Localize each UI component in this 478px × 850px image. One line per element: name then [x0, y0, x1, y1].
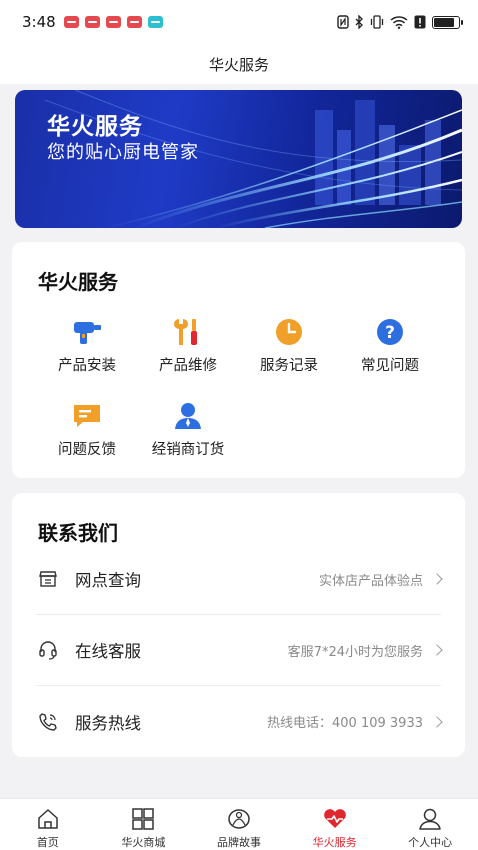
services-title: 华火服务 — [38, 270, 118, 294]
nav-bar: 华火服务 — [0, 44, 478, 84]
contact-card: 联系我们 网点查询 实体店产品体验点 在线客服 客服7*24小时为您服务 服务热… — [12, 493, 465, 757]
drill-icon — [71, 316, 103, 348]
service-label: 问题反馈 — [58, 442, 116, 458]
tab-label: 华火商城 — [121, 836, 166, 849]
service-label: 常见问题 — [361, 358, 419, 374]
chevron-right-icon — [431, 573, 443, 585]
service-label: 产品维修 — [159, 358, 217, 374]
notification-icon — [84, 16, 100, 28]
tab-label: 华火服务 — [312, 836, 357, 849]
service-records[interactable]: 服务记录 — [239, 316, 339, 375]
tab-home[interactable]: 首页 — [0, 799, 96, 850]
contact-title: 联系我们 — [38, 521, 118, 545]
tab-label: 品牌故事 — [216, 836, 261, 849]
question-icon: ? — [374, 316, 406, 348]
notification-icon — [105, 16, 121, 28]
status-indicators — [337, 15, 463, 29]
page-title: 华火服务 — [208, 55, 269, 74]
clock-icon — [273, 316, 305, 348]
status-bar: 3:48 — [0, 0, 478, 44]
service-label: 经销商订货 — [151, 442, 225, 458]
headset-icon — [37, 639, 59, 661]
brand-icon — [226, 807, 252, 831]
tab-profile[interactable]: 个人中心 — [382, 799, 478, 850]
bluetooth-icon — [355, 15, 363, 29]
contact-row-label: 网点查询 — [75, 571, 141, 590]
tools-icon — [172, 316, 204, 348]
chevron-right-icon — [431, 715, 443, 728]
contact-row-online-service[interactable]: 在线客服 客服7*24小时为您服务 — [36, 615, 443, 686]
profile-icon — [417, 807, 443, 831]
banner-subtitle: 您的贴心厨电管家 — [47, 142, 199, 163]
wifi-icon — [390, 16, 408, 29]
contact-row-desc: 客服7*24小时为您服务 — [287, 644, 423, 660]
service-install[interactable]: 产品安装 — [37, 316, 137, 375]
battery-icon — [432, 15, 463, 29]
notification-icon — [63, 16, 79, 28]
service-feedback[interactable]: 问题反馈 — [37, 400, 137, 459]
service-faq[interactable]: ? 常见问题 — [340, 316, 440, 375]
dealer-icon — [172, 400, 204, 432]
services-card: 华火服务 产品安装 产品维修 服务记录 ? 常见问题 问题反馈 经销商订货 — [12, 242, 465, 478]
tab-service[interactable]: 华火服务 — [287, 799, 383, 850]
tab-label: 个人中心 — [408, 836, 453, 849]
vibrate-icon — [370, 15, 384, 29]
contact-row-hotline[interactable]: 服务热线 热线电话：400 109 3933 — [36, 686, 443, 757]
notification-icon — [126, 16, 142, 28]
service-dealer-order[interactable]: 经销商订货 — [138, 400, 238, 459]
service-heart-icon — [322, 807, 348, 831]
contact-row-label: 服务热线 — [75, 713, 141, 733]
service-label: 产品安装 — [58, 358, 116, 374]
alert-icon — [414, 15, 426, 29]
service-label: 服务记录 — [260, 358, 318, 374]
status-time: 3:48 — [22, 13, 56, 31]
feedback-icon — [71, 400, 103, 432]
svg-text:?: ? — [385, 323, 395, 343]
contact-row-stores[interactable]: 网点查询 实体店产品体验点 — [36, 544, 443, 615]
notification-icon — [147, 16, 163, 28]
contact-row-label: 在线客服 — [75, 642, 141, 661]
bottom-tab-bar: 首页 华火商城 品牌故事 华火服务 个人中心 — [0, 798, 478, 850]
store-icon — [37, 568, 59, 590]
grid-icon — [130, 807, 156, 831]
tab-brand-story[interactable]: 品牌故事 — [191, 799, 287, 850]
contact-row-desc: 实体店产品体验点 — [318, 573, 423, 589]
chevron-right-icon — [431, 644, 443, 656]
contact-row-desc: 热线电话：400 109 3933 — [267, 716, 423, 731]
home-icon — [35, 807, 61, 831]
tab-mall[interactable]: 华火商城 — [96, 799, 192, 850]
tab-label: 首页 — [36, 836, 59, 849]
service-repair[interactable]: 产品维修 — [138, 316, 238, 375]
phone-icon — [37, 711, 59, 733]
promo-banner[interactable]: 华火服务 您的贴心厨电管家 — [15, 90, 462, 228]
nfc-icon — [337, 15, 349, 29]
banner-title: 华火服务 — [47, 114, 143, 140]
